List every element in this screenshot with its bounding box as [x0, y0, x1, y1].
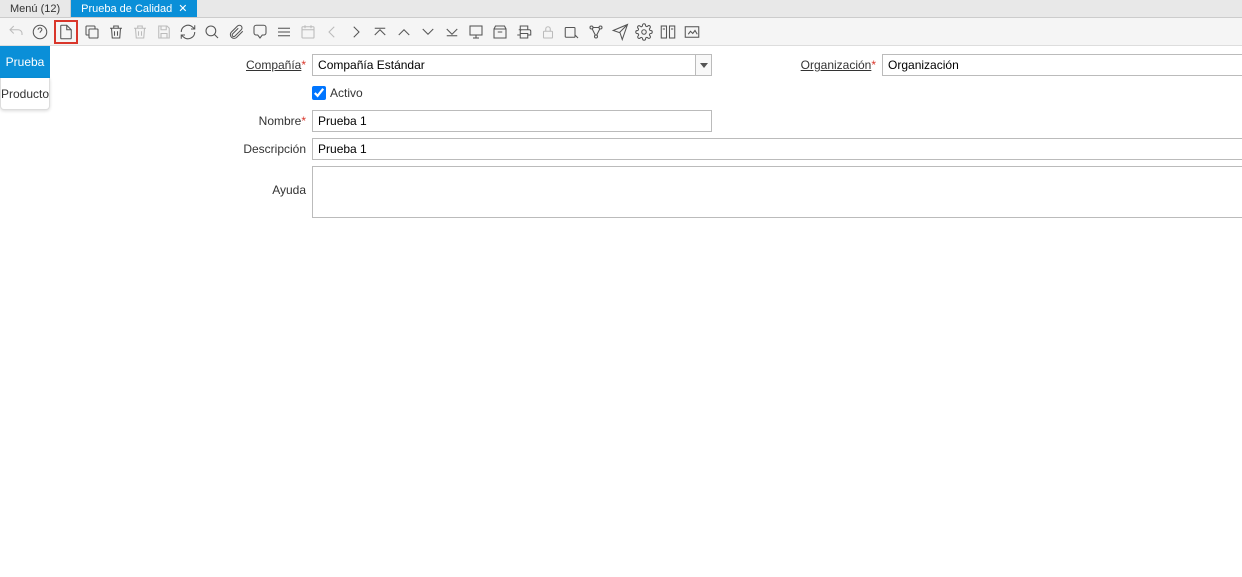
dropdown-compania-button[interactable] — [696, 54, 712, 76]
request-icon[interactable] — [610, 22, 630, 42]
lock-icon[interactable] — [538, 22, 558, 42]
side-tab-prueba[interactable]: Prueba — [0, 46, 50, 78]
undo-icon[interactable] — [6, 22, 26, 42]
delete-icon[interactable] — [106, 22, 126, 42]
first-icon[interactable] — [370, 22, 390, 42]
label-descripcion: Descripción — [62, 138, 312, 160]
archive-icon[interactable] — [490, 22, 510, 42]
label-ayuda: Ayuda — [62, 166, 312, 214]
tab-menu-label: Menú (12) — [10, 3, 60, 15]
last-icon[interactable] — [442, 22, 462, 42]
search-icon[interactable] — [202, 22, 222, 42]
side-tab-panel: Prueba Producto — [0, 46, 50, 577]
grid-toggle-icon[interactable] — [274, 22, 294, 42]
prev-icon[interactable] — [394, 22, 414, 42]
save-icon[interactable] — [154, 22, 174, 42]
calendar-icon[interactable] — [298, 22, 318, 42]
input-nombre[interactable] — [312, 110, 712, 132]
input-descripcion[interactable] — [312, 138, 1242, 160]
tab-prueba-calidad[interactable]: Prueba de Calidad ✕ — [71, 0, 197, 17]
main-content: Prueba Producto Compañía Organización — [0, 46, 1242, 577]
label-compania[interactable]: Compañía — [62, 54, 312, 76]
tab-active-label: Prueba de Calidad — [81, 3, 172, 15]
label-nombre: Nombre — [62, 110, 312, 132]
gear-icon[interactable] — [634, 22, 654, 42]
new-record-highlight — [54, 20, 78, 44]
form-panel: Compañía Organización Activo — [50, 46, 1242, 577]
prev-parent-icon[interactable] — [322, 22, 342, 42]
copy-icon[interactable] — [82, 22, 102, 42]
main-toolbar — [0, 18, 1242, 46]
next-icon[interactable] — [418, 22, 438, 42]
side-tab-producto-label: Producto — [1, 87, 49, 101]
screenshot-icon[interactable] — [682, 22, 702, 42]
chevron-down-icon — [700, 61, 708, 69]
checkbox-activo[interactable] — [312, 86, 326, 100]
input-compania[interactable] — [312, 54, 696, 76]
tab-menu[interactable]: Menú (12) — [0, 0, 71, 17]
product-info-icon[interactable] — [658, 22, 678, 42]
refresh-icon[interactable] — [178, 22, 198, 42]
close-icon[interactable]: ✕ — [178, 2, 187, 15]
help-icon[interactable] — [30, 22, 50, 42]
chat-icon[interactable] — [250, 22, 270, 42]
textarea-ayuda[interactable] — [312, 166, 1242, 218]
combo-organizacion — [882, 54, 1242, 76]
next-parent-icon[interactable] — [346, 22, 366, 42]
print-icon[interactable] — [514, 22, 534, 42]
window-tab-bar: Menú (12) Prueba de Calidad ✕ — [0, 0, 1242, 18]
combo-compania — [312, 54, 712, 76]
report-icon[interactable] — [466, 22, 486, 42]
workflow-icon[interactable] — [586, 22, 606, 42]
input-organizacion[interactable] — [882, 54, 1242, 76]
label-organizacion[interactable]: Organización — [712, 54, 882, 76]
side-tab-producto[interactable]: Producto — [0, 78, 50, 110]
delete-multi-icon[interactable] — [130, 22, 150, 42]
zoom-across-icon[interactable] — [562, 22, 582, 42]
side-tab-prueba-label: Prueba — [6, 55, 45, 69]
attachment-icon[interactable] — [226, 22, 246, 42]
label-activo: Activo — [330, 86, 363, 100]
new-record-icon[interactable] — [57, 22, 75, 42]
